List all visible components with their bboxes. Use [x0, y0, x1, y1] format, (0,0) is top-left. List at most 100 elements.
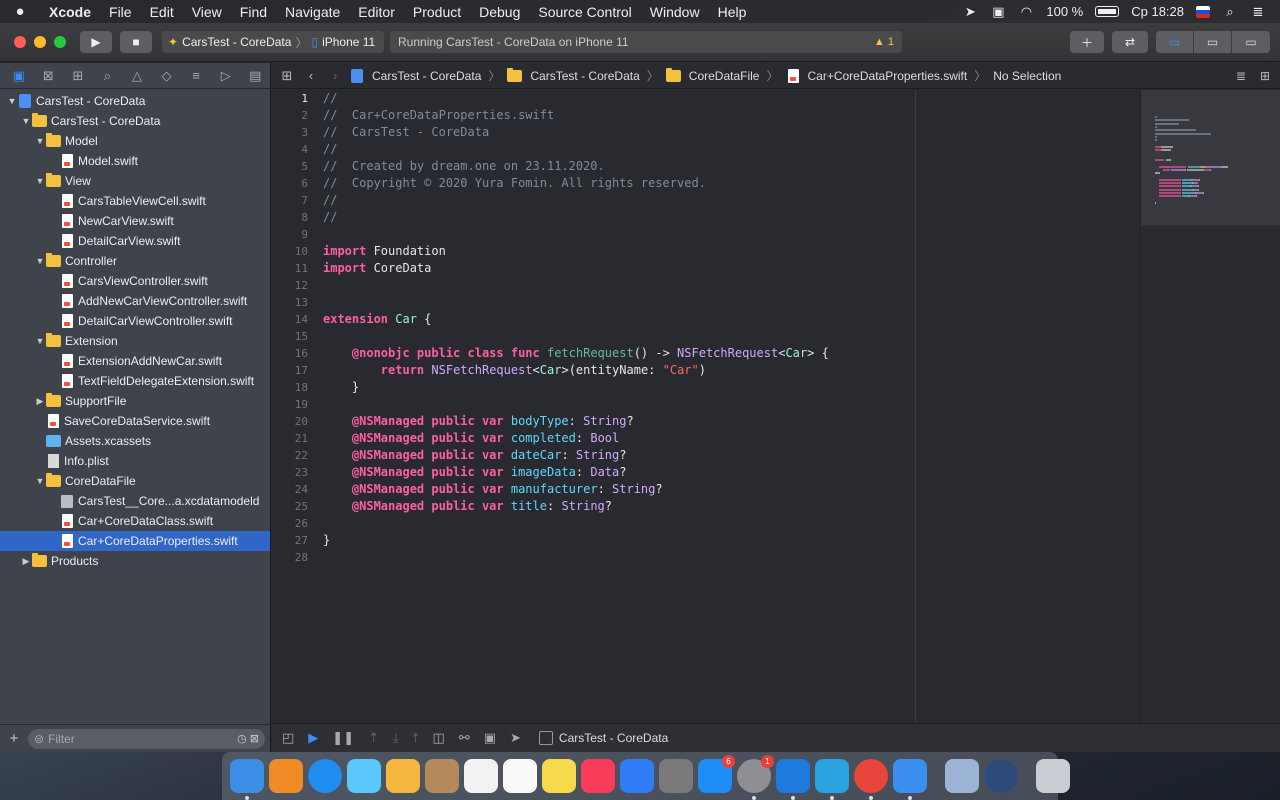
code-line[interactable]: @nonobjc public class func fetchRequest(… — [323, 345, 1140, 362]
code-line[interactable]: import Foundation — [323, 243, 1140, 260]
line-number[interactable]: 25 — [272, 498, 312, 515]
breakpoints-toggle-icon[interactable]: ▶ — [308, 730, 318, 746]
crumb-folder[interactable]: CoreDataFile — [689, 69, 760, 83]
step-over-icon[interactable]: ⇡ — [368, 730, 379, 746]
tree-file[interactable]: Model.swift — [0, 151, 270, 171]
line-number[interactable]: 19 — [272, 396, 312, 413]
code-line[interactable]: } — [323, 532, 1140, 549]
line-number[interactable]: 5 — [272, 158, 312, 175]
simulator-dock-icon[interactable] — [893, 759, 927, 800]
disclosure-open-icon[interactable]: ▼ — [34, 336, 46, 346]
menu-window[interactable]: Window — [641, 4, 709, 20]
line-number[interactable]: 18 — [272, 379, 312, 396]
menu-editor[interactable]: Editor — [349, 4, 404, 20]
spotlight-search-icon[interactable]: ⌕ — [1222, 4, 1238, 19]
menu-product[interactable]: Product — [404, 4, 470, 20]
zoom-window-button[interactable] — [54, 36, 66, 48]
tree-file[interactable]: CarsTableViewCell.swift — [0, 191, 270, 211]
code-line[interactable]: // CarsTest - CoreData — [323, 124, 1140, 141]
line-number[interactable]: 10 — [272, 243, 312, 260]
code-line[interactable]: // — [323, 141, 1140, 158]
tree-folder[interactable]: ▼ Extension — [0, 331, 270, 351]
tree-file[interactable]: AddNewCarViewController.swift — [0, 291, 270, 311]
books-dock-icon[interactable] — [269, 759, 303, 793]
code-line[interactable] — [323, 515, 1140, 532]
stop-button[interactable]: ■ — [120, 31, 152, 53]
library-button[interactable]: ＋ — [1070, 31, 1104, 53]
hide-debug-area-icon[interactable]: ◰ — [282, 730, 294, 746]
line-number[interactable]: 8 — [272, 209, 312, 226]
debug-target[interactable]: CarsTest - CoreData — [538, 731, 668, 745]
disclosure-open-icon[interactable]: ▼ — [34, 176, 46, 186]
toggle-inspector-button[interactable]: ▭ — [1232, 31, 1270, 53]
toggle-navigator-button[interactable]: ▭ — [1156, 31, 1194, 53]
telegram-status-icon[interactable]: ➤ — [962, 4, 978, 19]
line-number[interactable]: 15 — [272, 328, 312, 345]
line-number[interactable]: 24 — [272, 481, 312, 498]
line-number[interactable]: 12 — [272, 277, 312, 294]
code-line[interactable] — [323, 549, 1140, 566]
tree-folder[interactable]: ▶ SupportFile — [0, 391, 270, 411]
menu-navigate[interactable]: Navigate — [276, 4, 349, 20]
minimap[interactable] — [1140, 90, 1280, 723]
report-navigator-icon[interactable]: ▤ — [241, 68, 271, 84]
minimize-window-button[interactable] — [34, 36, 46, 48]
battery-icon[interactable] — [1095, 6, 1120, 17]
disclosure-closed-icon[interactable]: ▶ — [20, 556, 32, 567]
code-line[interactable]: // — [323, 192, 1140, 209]
notification-status-icon[interactable]: ▣ — [990, 4, 1006, 19]
notes-dock-icon[interactable] — [542, 759, 576, 793]
quicktime-dock-icon[interactable] — [984, 759, 1018, 793]
telegram-dock-icon[interactable] — [815, 759, 849, 800]
tree-folder[interactable]: ▶ Products — [0, 551, 270, 571]
recent-files-icon[interactable]: ◷ — [237, 732, 247, 745]
code-line[interactable]: @NSManaged public var imageData: Data? — [323, 464, 1140, 481]
tree-file[interactable]: SaveCoreDataService.swift — [0, 411, 270, 431]
crumb-project[interactable]: CarsTest - CoreData — [372, 69, 481, 83]
code-line[interactable] — [323, 396, 1140, 413]
safari-dock-icon[interactable] — [308, 759, 342, 793]
disclosure-open-icon[interactable]: ▼ — [34, 476, 46, 486]
source-editor[interactable]: 1 2 3 4 5 6 7 8 9 10 11 12 13 14 15 16 17 18 19 20 21 22 23 24 2… — [272, 90, 1140, 723]
code-line[interactable]: // — [323, 209, 1140, 226]
code-line[interactable] — [323, 328, 1140, 345]
tree-folder[interactable]: ▼ Controller — [0, 251, 270, 271]
related-items-icon[interactable]: ⊞ — [278, 68, 296, 84]
code-line[interactable]: // — [323, 90, 1140, 107]
chrome-dock-icon[interactable] — [854, 759, 888, 800]
back-icon[interactable]: ‹ — [302, 68, 320, 83]
line-number[interactable]: 7 — [272, 192, 312, 209]
menu-source-control[interactable]: Source Control — [529, 4, 640, 20]
line-number[interactable]: 20 — [272, 413, 312, 430]
line-number[interactable]: 16 — [272, 345, 312, 362]
tree-file[interactable]: Car+CoreDataClass.swift — [0, 511, 270, 531]
issue-navigator-icon[interactable]: △ — [122, 68, 152, 84]
tree-folder[interactable]: ▼ View — [0, 171, 270, 191]
line-number[interactable]: 27 — [272, 532, 312, 549]
toggle-debug-area-button[interactable]: ▭ — [1194, 31, 1232, 53]
memory-graph-icon[interactable]: ⚯ — [459, 730, 470, 746]
view-hierarchy-icon[interactable]: ◫ — [433, 730, 445, 746]
keynote-dock-icon[interactable] — [620, 759, 654, 793]
line-number[interactable]: 22 — [272, 447, 312, 464]
run-button[interactable]: ▶ — [80, 31, 112, 53]
tree-file[interactable]: NewCarView.swift — [0, 211, 270, 231]
tree-file[interactable]: CarsViewController.swift — [0, 271, 270, 291]
xcode-dock-icon[interactable] — [776, 759, 810, 800]
code-line[interactable] — [323, 226, 1140, 243]
code-line[interactable]: // Car+CoreDataProperties.swift — [323, 107, 1140, 124]
code-line[interactable] — [323, 294, 1140, 311]
tree-file[interactable]: DetailCarViewController.swift — [0, 311, 270, 331]
disclosure-open-icon[interactable]: ▼ — [34, 136, 46, 146]
step-into-icon[interactable]: ⤓ — [393, 730, 399, 746]
test-navigator-icon[interactable]: ◇ — [152, 68, 182, 84]
trash-dock-icon[interactable] — [1036, 759, 1070, 793]
tree-folder[interactable]: ▼ CoreDataFile — [0, 471, 270, 491]
code-line[interactable]: // Copyright © 2020 Yura Fomin. All righ… — [323, 175, 1140, 192]
menu-help[interactable]: Help — [709, 4, 756, 20]
symbol-navigator-icon[interactable]: ⊞ — [63, 68, 93, 84]
wifi-icon[interactable]: ◠ — [1018, 4, 1034, 19]
code-area[interactable]: // // Car+CoreDataProperties.swift // Cars… — [323, 90, 1140, 566]
photos-dock-icon[interactable] — [386, 759, 420, 793]
code-line[interactable]: @NSManaged public var dateCar: String? — [323, 447, 1140, 464]
